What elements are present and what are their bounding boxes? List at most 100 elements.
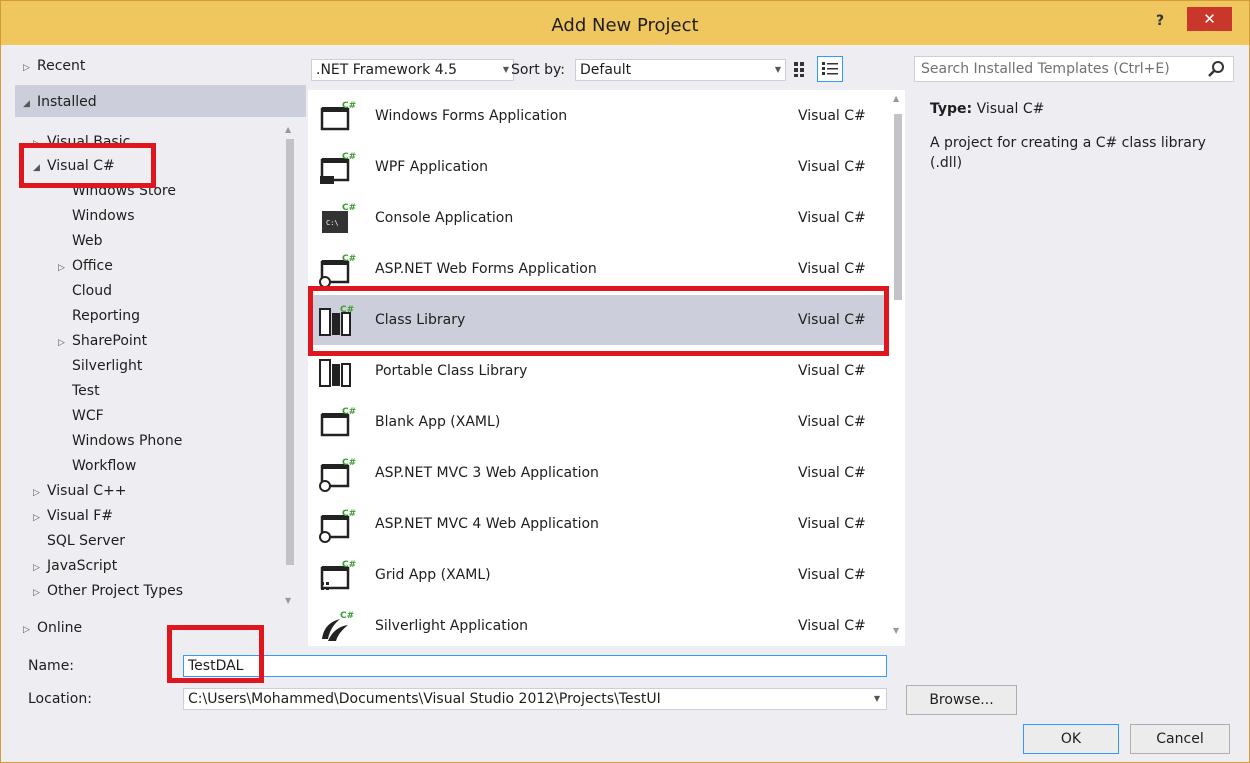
- help-button[interactable]: ?: [1150, 11, 1170, 31]
- svg-text:C#: C#: [342, 203, 356, 213]
- scroll-up-icon[interactable]: ▲: [285, 125, 291, 134]
- close-button[interactable]: ✕: [1187, 7, 1232, 31]
- add-new-project-dialog: Add New Project ? ✕ ▷ Recent ◢ Installed ▷…: [0, 0, 1250, 763]
- search-templates-input[interactable]: Search Installed Templates (Ctrl+E): [914, 56, 1234, 82]
- svg-text:C#: C#: [342, 254, 356, 264]
- silverlight-icon: C#: [322, 611, 354, 641]
- tree-item-visual-csharp[interactable]: ◢ Visual C#: [33, 155, 115, 177]
- template-description: A project for creating a C# class librar…: [930, 135, 1206, 171]
- template-name: ASP.NET MVC 3 Web Application: [375, 465, 599, 481]
- ok-button[interactable]: OK: [1023, 724, 1119, 754]
- expand-arrow-icon: ▷: [58, 338, 65, 348]
- svg-text:C#: C#: [342, 152, 356, 162]
- grid-view-icon: [794, 62, 804, 77]
- template-row[interactable]: C# Blank App (XAML) Visual C#: [308, 397, 888, 447]
- framework-select[interactable]: .NET Framework 4.5 ▼: [311, 59, 514, 81]
- tree-item-windows[interactable]: Windows: [72, 205, 135, 227]
- template-name: ASP.NET MVC 4 Web Application: [375, 516, 599, 532]
- expand-arrow-icon: ▷: [23, 625, 30, 635]
- template-language: Visual C#: [798, 414, 866, 430]
- tree-item-label: JavaScript: [47, 558, 118, 574]
- location-input[interactable]: C:\Users\Mohammed\Documents\Visual Studi…: [183, 688, 887, 710]
- expand-arrow-icon: ▷: [58, 263, 65, 273]
- winforms-icon: C#: [320, 101, 356, 131]
- cancel-button[interactable]: Cancel: [1130, 724, 1230, 754]
- svg-text:C#: C#: [342, 407, 356, 417]
- tree-item-visual-fsharp[interactable]: ▷ Visual F#: [33, 505, 113, 527]
- framework-value: .NET Framework 4.5: [316, 62, 457, 78]
- tree-scrollbar[interactable]: ▲ ▼: [285, 125, 295, 605]
- template-tree: ▷ Recent ◢ Installed ▷ Visual Basic ◢ Visual…: [13, 51, 306, 646]
- mvc4-icon: C#: [319, 509, 356, 543]
- expand-arrow-icon: ▷: [23, 63, 30, 73]
- portable-library-icon: [319, 359, 351, 387]
- tree-item-sharepoint[interactable]: ▷ SharePoint: [58, 330, 147, 352]
- tree-item-label: Office: [72, 258, 113, 274]
- type-value: Visual C#: [976, 101, 1045, 117]
- template-row[interactable]: C# Grid App (XAML) Visual C#: [308, 550, 888, 600]
- tree-item-web[interactable]: Web: [72, 230, 103, 252]
- tree-item-online[interactable]: ▷ Online: [23, 617, 82, 639]
- tree-item-sql-server[interactable]: SQL Server: [47, 530, 125, 552]
- template-row[interactable]: C# WPF Application Visual C#: [308, 142, 888, 192]
- tree-item-installed[interactable]: ◢ Installed: [23, 91, 97, 113]
- template-language: Visual C#: [798, 159, 866, 175]
- svg-text:C#: C#: [340, 611, 354, 621]
- expand-arrow-icon: ▷: [33, 563, 40, 573]
- collapse-arrow-icon: ◢: [33, 163, 40, 173]
- template-type-info: Type: Visual C#: [930, 101, 1044, 117]
- scroll-thumb[interactable]: [894, 114, 902, 300]
- template-row[interactable]: C# Windows Forms Application Visual C#: [308, 91, 888, 141]
- svg-text:C#: C#: [342, 101, 356, 111]
- tree-item-visual-cpp[interactable]: ▷ Visual C++: [33, 480, 126, 502]
- template-language: Visual C#: [798, 210, 866, 226]
- scroll-down-icon[interactable]: ▼: [893, 626, 899, 635]
- expand-arrow-icon: ▷: [33, 588, 40, 598]
- tree-item-workflow[interactable]: Workflow: [72, 455, 136, 477]
- expand-arrow-icon: ▷: [33, 513, 40, 523]
- tree-item-wcf[interactable]: WCF: [72, 405, 104, 427]
- type-label: Type:: [930, 101, 973, 117]
- svg-text:C#: C#: [342, 560, 356, 570]
- template-language: Visual C#: [798, 465, 866, 481]
- sort-by-label: Sort by:: [511, 62, 566, 78]
- tree-item-label: Visual C++: [47, 483, 127, 499]
- browse-button[interactable]: Browse...: [906, 685, 1017, 715]
- template-list: C# Windows Forms Application Visual C# C…: [308, 90, 905, 646]
- collapse-arrow-icon: ◢: [23, 99, 30, 109]
- tree-item-cloud[interactable]: Cloud: [72, 280, 112, 302]
- sort-select[interactable]: Default ▼: [575, 59, 786, 81]
- scroll-down-icon[interactable]: ▼: [285, 596, 291, 605]
- chevron-down-icon[interactable]: ▼: [874, 689, 880, 709]
- tree-item-label: SharePoint: [72, 333, 148, 349]
- tree-item-office[interactable]: ▷ Office: [58, 255, 113, 277]
- template-name: Console Application: [375, 210, 514, 226]
- template-row[interactable]: C# ASP.NET MVC 3 Web Application Visual …: [308, 448, 888, 498]
- list-view-button[interactable]: [817, 56, 843, 82]
- template-language: Visual C#: [798, 618, 866, 634]
- template-row[interactable]: C# ASP.NET MVC 4 Web Application Visual …: [308, 499, 888, 549]
- project-name-input[interactable]: TestDAL: [183, 655, 887, 677]
- tree-item-windows-phone[interactable]: Windows Phone: [72, 430, 182, 452]
- template-name: Grid App (XAML): [375, 567, 491, 583]
- search-icon[interactable]: [1207, 59, 1227, 79]
- tree-item-reporting[interactable]: Reporting: [72, 305, 140, 327]
- template-list-scrollbar[interactable]: ▲ ▼: [891, 90, 905, 646]
- tree-item-recent[interactable]: ▷ Recent: [23, 55, 85, 77]
- template-row[interactable]: C:\ C# Console Application Visual C#: [308, 193, 888, 243]
- scroll-up-icon[interactable]: ▲: [893, 94, 899, 103]
- tree-item-silverlight[interactable]: Silverlight: [72, 355, 142, 377]
- console-icon: C:\C#: [322, 203, 356, 233]
- small-icons-view-button[interactable]: [788, 56, 814, 82]
- template-row[interactable]: C# Silverlight Application Visual C#: [308, 601, 888, 651]
- tree-item-label: Recent: [37, 58, 86, 74]
- highlight-class-library: [308, 286, 889, 356]
- dialog-title: Add New Project: [551, 15, 699, 36]
- search-placeholder: Search Installed Templates (Ctrl+E): [921, 61, 1170, 77]
- location-value: C:\Users\Mohammed\Documents\Visual Studi…: [188, 691, 661, 707]
- tree-item-test[interactable]: Test: [72, 380, 100, 402]
- tree-item-javascript[interactable]: ▷ JavaScript: [33, 555, 117, 577]
- svg-text:C:\: C:\: [326, 219, 339, 227]
- tree-item-other-project-types[interactable]: ▷ Other Project Types: [33, 580, 183, 602]
- scroll-thumb[interactable]: [286, 139, 294, 565]
